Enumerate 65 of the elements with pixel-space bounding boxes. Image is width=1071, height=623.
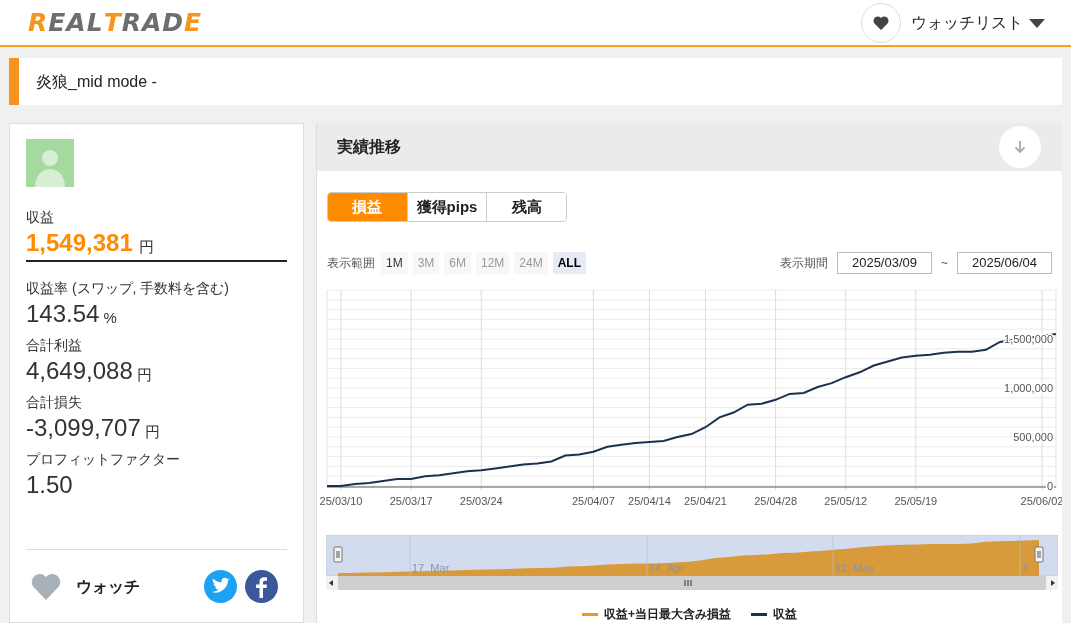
logo-letters: EAL <box>48 10 104 35</box>
stat-label: 合計損失 <box>26 393 83 412</box>
range-label: 表示範囲 <box>327 255 375 272</box>
facebook-icon[interactable] <box>245 570 278 603</box>
stat-value: 1,549,381 <box>26 228 133 258</box>
download-button[interactable] <box>999 126 1041 169</box>
date-from-field[interactable]: 2025/03/09 <box>837 252 932 274</box>
navigator-label: 17. Mar <box>412 562 450 574</box>
x-axis-label: 25/03/24 <box>459 495 503 507</box>
period-label: 表示期間 <box>780 255 828 272</box>
avatar-silhouette <box>26 139 74 187</box>
x-axis-label: 25/04/28 <box>754 495 798 507</box>
range-handle[interactable] <box>1034 546 1044 563</box>
range-button[interactable]: 1M <box>381 252 408 274</box>
x-axis-label: 25/04/07 <box>571 495 615 507</box>
heart-icon[interactable] <box>31 573 61 600</box>
x-axis-label: 25/03/17 <box>389 495 433 507</box>
stat-value: 4,649,088 <box>26 356 133 386</box>
stat-unit: 円 <box>138 237 154 257</box>
scroll-right-button[interactable] <box>1046 576 1058 590</box>
x-axis-label: 25/05/12 <box>824 495 868 507</box>
y-axis-label: 1,000,000 <box>1004 382 1053 394</box>
x-axis-label: 25/04/21 <box>684 495 727 507</box>
date-to-field[interactable]: 2025/06/04 <box>957 252 1052 274</box>
x-axis-label: 25/04/14 <box>628 495 671 507</box>
range-handle[interactable] <box>333 546 343 563</box>
x-axis-label: 25/03/10 <box>319 495 363 507</box>
chart-tab[interactable]: 残高 <box>486 193 566 221</box>
twitter-icon[interactable] <box>204 570 237 603</box>
heart-icon <box>873 15 889 30</box>
grip-icon <box>684 579 692 587</box>
scroll-left-button[interactable] <box>326 576 338 590</box>
legend-label[interactable]: 収益 <box>773 605 797 623</box>
panel-title: 実績推移 <box>337 137 401 158</box>
stat-label: 合計利益 <box>26 336 83 355</box>
navigator-label: 14. Apr <box>649 562 684 574</box>
stat-unit: 円 <box>144 422 160 442</box>
stat-label: プロフィットファクター <box>26 450 181 469</box>
logo-letters: T <box>103 10 122 35</box>
y-axis-label: 500,000 <box>1013 431 1053 443</box>
stat-unit: % <box>103 308 117 328</box>
watch-label[interactable]: ウォッチ <box>76 574 140 599</box>
watchlist-heart-button[interactable] <box>861 2 901 43</box>
navigator-label: 12. May <box>835 562 875 574</box>
stat-value: -3,099,707 <box>26 413 141 443</box>
stat-label: 収益 <box>26 208 55 227</box>
page-title: 炎狼_mid mode - <box>36 71 157 92</box>
scrollbar-thumb[interactable] <box>338 576 1046 590</box>
caret-icon <box>1029 17 1045 28</box>
navigator-label: 2. <box>1022 562 1032 574</box>
x-axis-label: 25/05/19 <box>894 495 938 507</box>
stat-value: 1.50 <box>26 470 73 500</box>
watchlist-dropdown[interactable]: ウォッチリスト <box>911 10 1045 35</box>
logo-letters: RAD <box>121 10 185 35</box>
range-button[interactable]: ALL <box>552 252 587 274</box>
stat-label: 収益率 (スワップ, 手数料を含む) <box>26 279 230 298</box>
x-axis-label: 25/06/02 <box>1020 495 1062 507</box>
stat-value: 143.54 <box>26 299 100 329</box>
download-arrow-icon <box>1014 140 1026 155</box>
logo-letters: R <box>28 10 49 35</box>
logo-letters: E <box>184 10 203 35</box>
stat-unit: 円 <box>136 365 152 385</box>
legend-label[interactable]: 収益+当日最大含み損益 <box>604 605 731 623</box>
title-accent-bar <box>9 58 19 105</box>
date-separator: ~ <box>941 255 948 272</box>
